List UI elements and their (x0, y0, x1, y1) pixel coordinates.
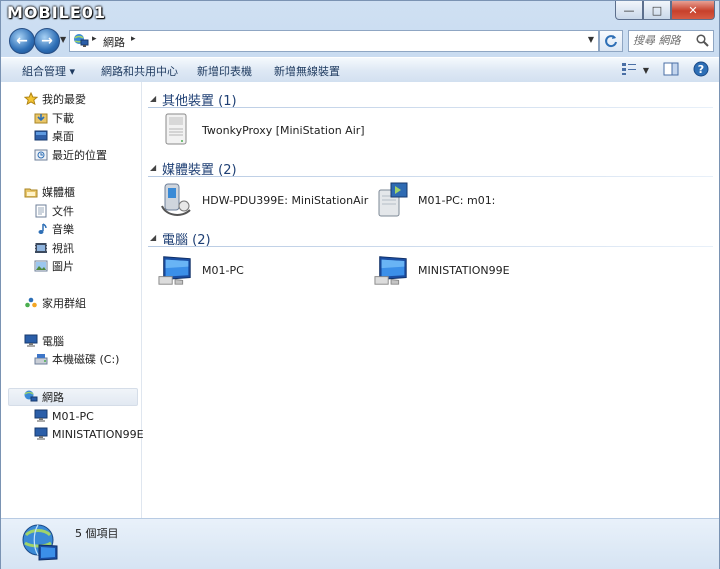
view-controls: ▼ ? (621, 61, 709, 80)
documents-icon (33, 203, 49, 219)
command-bar: 組合管理 ▾ 網路和共用中心 新增印表機 新增無線裝置 ▼ ? (1, 57, 719, 83)
title-bar[interactable]: MOBILE01 — □ ✕ (1, 1, 719, 25)
close-button[interactable]: ✕ (671, 1, 715, 20)
computer-icon (158, 252, 194, 288)
sidebar-network[interactable]: 網路 (8, 388, 138, 406)
computer-m01-pc[interactable]: M01-PC (158, 250, 244, 290)
network-and-sharing-center-button[interactable]: 網路和共用中心 (101, 63, 178, 79)
group-header-computers[interactable]: ◢ 電腦 (2) (148, 227, 713, 248)
computer-icon (33, 408, 49, 424)
libraries-icon (23, 184, 39, 200)
desktop-icon (33, 128, 49, 144)
group-header-other-devices[interactable]: ◢ 其他裝置 (1) (148, 88, 713, 109)
sidebar-libraries[interactable]: 媒體櫃 (23, 183, 75, 201)
recent-pages-dropdown-icon[interactable]: ▼ (60, 35, 66, 44)
computer-label: MINISTATION99E (418, 263, 510, 277)
group-divider (148, 107, 713, 108)
window-controls: — □ ✕ (615, 1, 715, 20)
breadcrumb-separator-icon[interactable]: ▸ (92, 34, 97, 44)
svg-text:?: ? (698, 63, 704, 76)
computer-icon (23, 333, 39, 349)
pictures-icon (33, 258, 49, 274)
back-button[interactable]: ← (9, 28, 35, 54)
music-icon (33, 221, 49, 237)
device-twonkyproxy[interactable]: TwonkyProxy [MiniStation Air] (158, 110, 365, 150)
sidebar-item-music[interactable]: 音樂 (33, 220, 74, 238)
item-count: 5 個項目 (75, 527, 119, 540)
organize-button[interactable]: 組合管理 ▾ (22, 63, 75, 79)
address-bar[interactable]: ▸ 網路 ▸ ▼ (69, 30, 599, 52)
navigation-pane[interactable]: 我的最愛 下載 桌面 最近的位置 媒體櫃 文件 音樂 視訊 圖片 家用群組 電腦… (1, 82, 144, 518)
view-options-dropdown-icon[interactable]: ▼ (643, 66, 649, 75)
star-icon (23, 91, 39, 107)
change-view-icon[interactable] (621, 62, 637, 79)
add-wireless-device-button[interactable]: 新增無線裝置 (274, 63, 340, 79)
group-divider (148, 176, 713, 177)
videos-icon (33, 240, 49, 256)
computer-label: M01-PC (202, 263, 244, 277)
device-m01-pc-media[interactable]: M01-PC: m01: (374, 180, 495, 220)
mobile01-logo: MOBILE01 (7, 3, 107, 22)
network-icon (23, 389, 39, 405)
network-icon (73, 33, 89, 51)
forward-button[interactable]: → (34, 28, 60, 54)
address-history-dropdown-icon[interactable]: ▼ (588, 35, 594, 44)
search-input[interactable] (633, 33, 691, 47)
sidebar-item-documents[interactable]: 文件 (33, 202, 74, 220)
computer-icon (374, 252, 410, 288)
navigation-bar: ← → ▼ ▸ 網路 ▸ ▼ (1, 25, 719, 57)
sidebar-item-m01-pc[interactable]: M01-PC (33, 407, 94, 425)
help-icon[interactable]: ? (693, 61, 709, 80)
group-header-media-devices[interactable]: ◢ 媒體裝置 (2) (148, 157, 713, 178)
collapse-icon[interactable]: ◢ (150, 233, 156, 242)
minimize-button[interactable]: — (615, 1, 643, 20)
explorer-window: MOBILE01 — □ ✕ ← → ▼ ▸ 網路 ▸ ▼ 搜尋 網路 組合管理… (0, 0, 720, 569)
search-icon[interactable] (696, 34, 709, 50)
group-divider (148, 246, 713, 247)
sidebar-homegroup[interactable]: 家用群組 (23, 294, 86, 312)
sidebar-item-ministation99e[interactable]: MINISTATION99E (33, 425, 144, 443)
sidebar-item-desktop[interactable]: 桌面 (33, 127, 74, 145)
sidebar-item-downloads[interactable]: 下載 (33, 109, 74, 127)
media-server-icon (374, 182, 410, 218)
breadcrumb-network[interactable]: 網路 (103, 34, 125, 50)
media-server-icon (158, 112, 194, 148)
refresh-icon (605, 35, 617, 48)
sidebar-favorites[interactable]: 我的最愛 (23, 90, 86, 108)
details-pane: 5 個項目 (1, 518, 719, 569)
network-globe-icon (21, 523, 61, 566)
maximize-button[interactable]: □ (643, 1, 671, 20)
collapse-icon[interactable]: ◢ (150, 94, 156, 103)
file-list[interactable]: ◢ 其他裝置 (1) TwonkyProxy [MiniStation Air]… (142, 82, 719, 518)
media-device-icon (158, 182, 194, 218)
collapse-icon[interactable]: ◢ (150, 163, 156, 172)
sidebar-item-recent-places[interactable]: 最近的位置 (33, 146, 107, 164)
device-hdw-pdu399e[interactable]: HDW-PDU399E: MiniStationAir (158, 180, 368, 220)
device-label: M01-PC: m01: (418, 193, 496, 207)
computer-ministation99e[interactable]: MINISTATION99E (374, 250, 510, 290)
breadcrumb-separator-icon[interactable]: ▸ (131, 34, 136, 44)
add-printer-button[interactable]: 新增印表機 (197, 63, 252, 79)
homegroup-icon (23, 295, 39, 311)
refresh-button[interactable] (599, 30, 623, 52)
hard-drive-icon (33, 351, 49, 367)
sidebar-item-local-disk[interactable]: 本機磁碟 (C:) (33, 350, 119, 368)
preview-pane-icon[interactable] (663, 62, 679, 79)
device-label: HDW-PDU399E: MiniStationAir (202, 193, 369, 207)
sidebar-item-pictures[interactable]: 圖片 (33, 257, 74, 275)
search-box[interactable] (628, 30, 714, 52)
downloads-icon (33, 110, 49, 126)
device-label: TwonkyProxy [MiniStation Air] (202, 123, 365, 137)
recent-places-icon (33, 147, 49, 163)
sidebar-item-videos[interactable]: 視訊 (33, 239, 74, 257)
computer-icon (33, 426, 49, 442)
content-area: 我的最愛 下載 桌面 最近的位置 媒體櫃 文件 音樂 視訊 圖片 家用群組 電腦… (1, 82, 719, 518)
sidebar-computer[interactable]: 電腦 (23, 332, 64, 350)
